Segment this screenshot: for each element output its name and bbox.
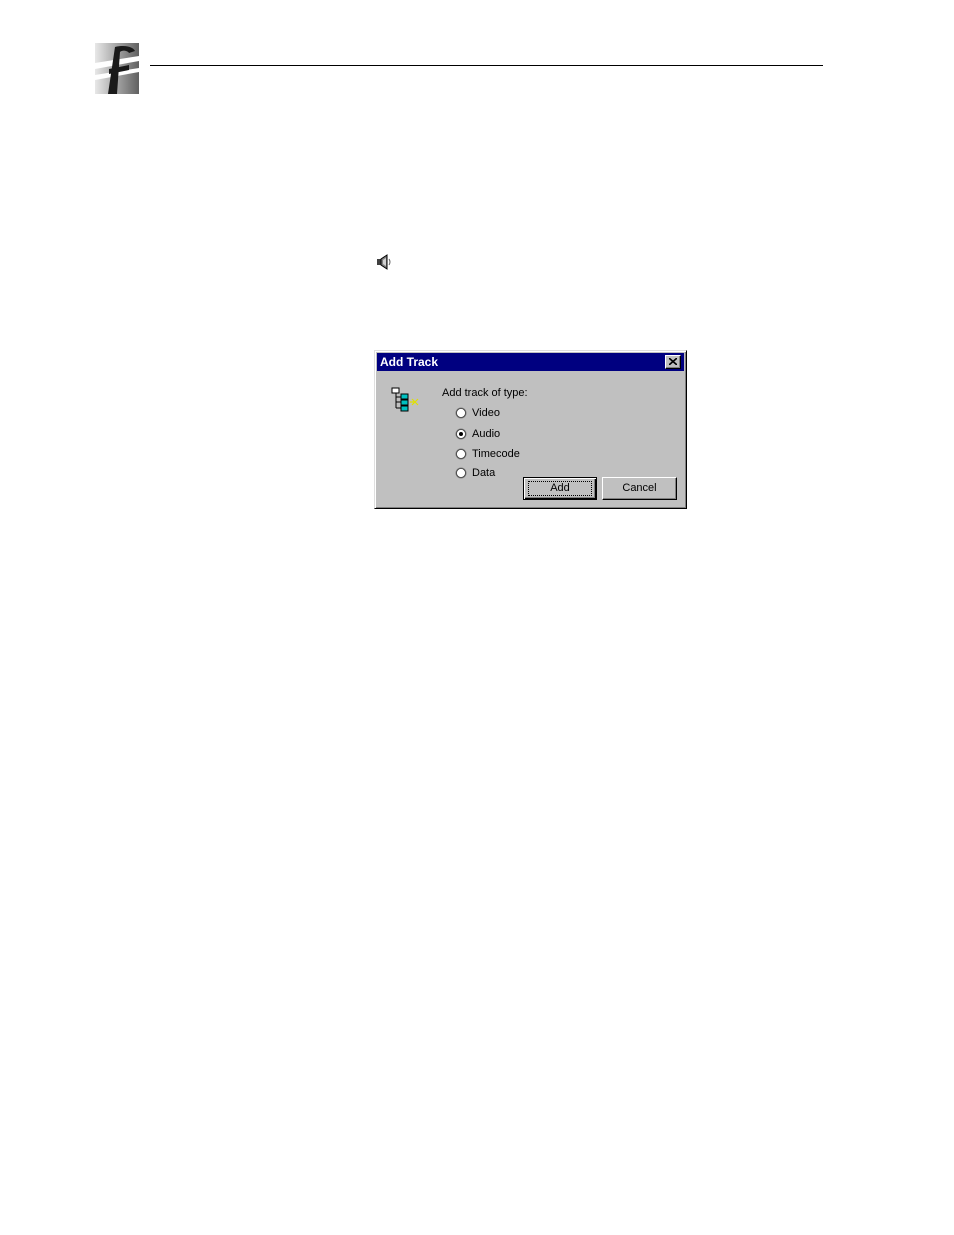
radio-button-icon[interactable] bbox=[455, 428, 467, 440]
add-button[interactable]: Add bbox=[523, 477, 597, 500]
dialog-titlebar[interactable]: Add Track bbox=[377, 353, 684, 371]
radio-label: Data bbox=[472, 467, 496, 479]
radio-video[interactable]: Video bbox=[455, 406, 500, 420]
track-type-prompt: Add track of type: bbox=[442, 387, 528, 399]
radio-label: Audio bbox=[472, 428, 501, 440]
close-icon bbox=[669, 358, 677, 365]
add-track-dialog: Add Track Add track of type: Video Audio… bbox=[374, 350, 687, 509]
radio-label: Timecode bbox=[472, 448, 520, 460]
add-button-label: Add bbox=[528, 481, 592, 496]
dialog-title: Add Track bbox=[380, 355, 439, 369]
radio-label: Video bbox=[472, 407, 500, 419]
radio-data[interactable]: Data bbox=[455, 466, 495, 480]
radio-button-icon[interactable] bbox=[455, 448, 467, 460]
header-rule bbox=[150, 65, 823, 66]
cancel-button[interactable]: Cancel bbox=[602, 477, 677, 500]
radio-audio[interactable]: Audio bbox=[455, 427, 500, 441]
track-tree-icon bbox=[391, 387, 421, 413]
radio-button-icon[interactable] bbox=[455, 467, 467, 479]
speaker-icon bbox=[374, 253, 394, 271]
close-button[interactable] bbox=[665, 355, 681, 369]
company-logo-icon bbox=[95, 43, 139, 94]
radio-timecode[interactable]: Timecode bbox=[455, 447, 520, 461]
radio-button-icon[interactable] bbox=[455, 407, 467, 419]
